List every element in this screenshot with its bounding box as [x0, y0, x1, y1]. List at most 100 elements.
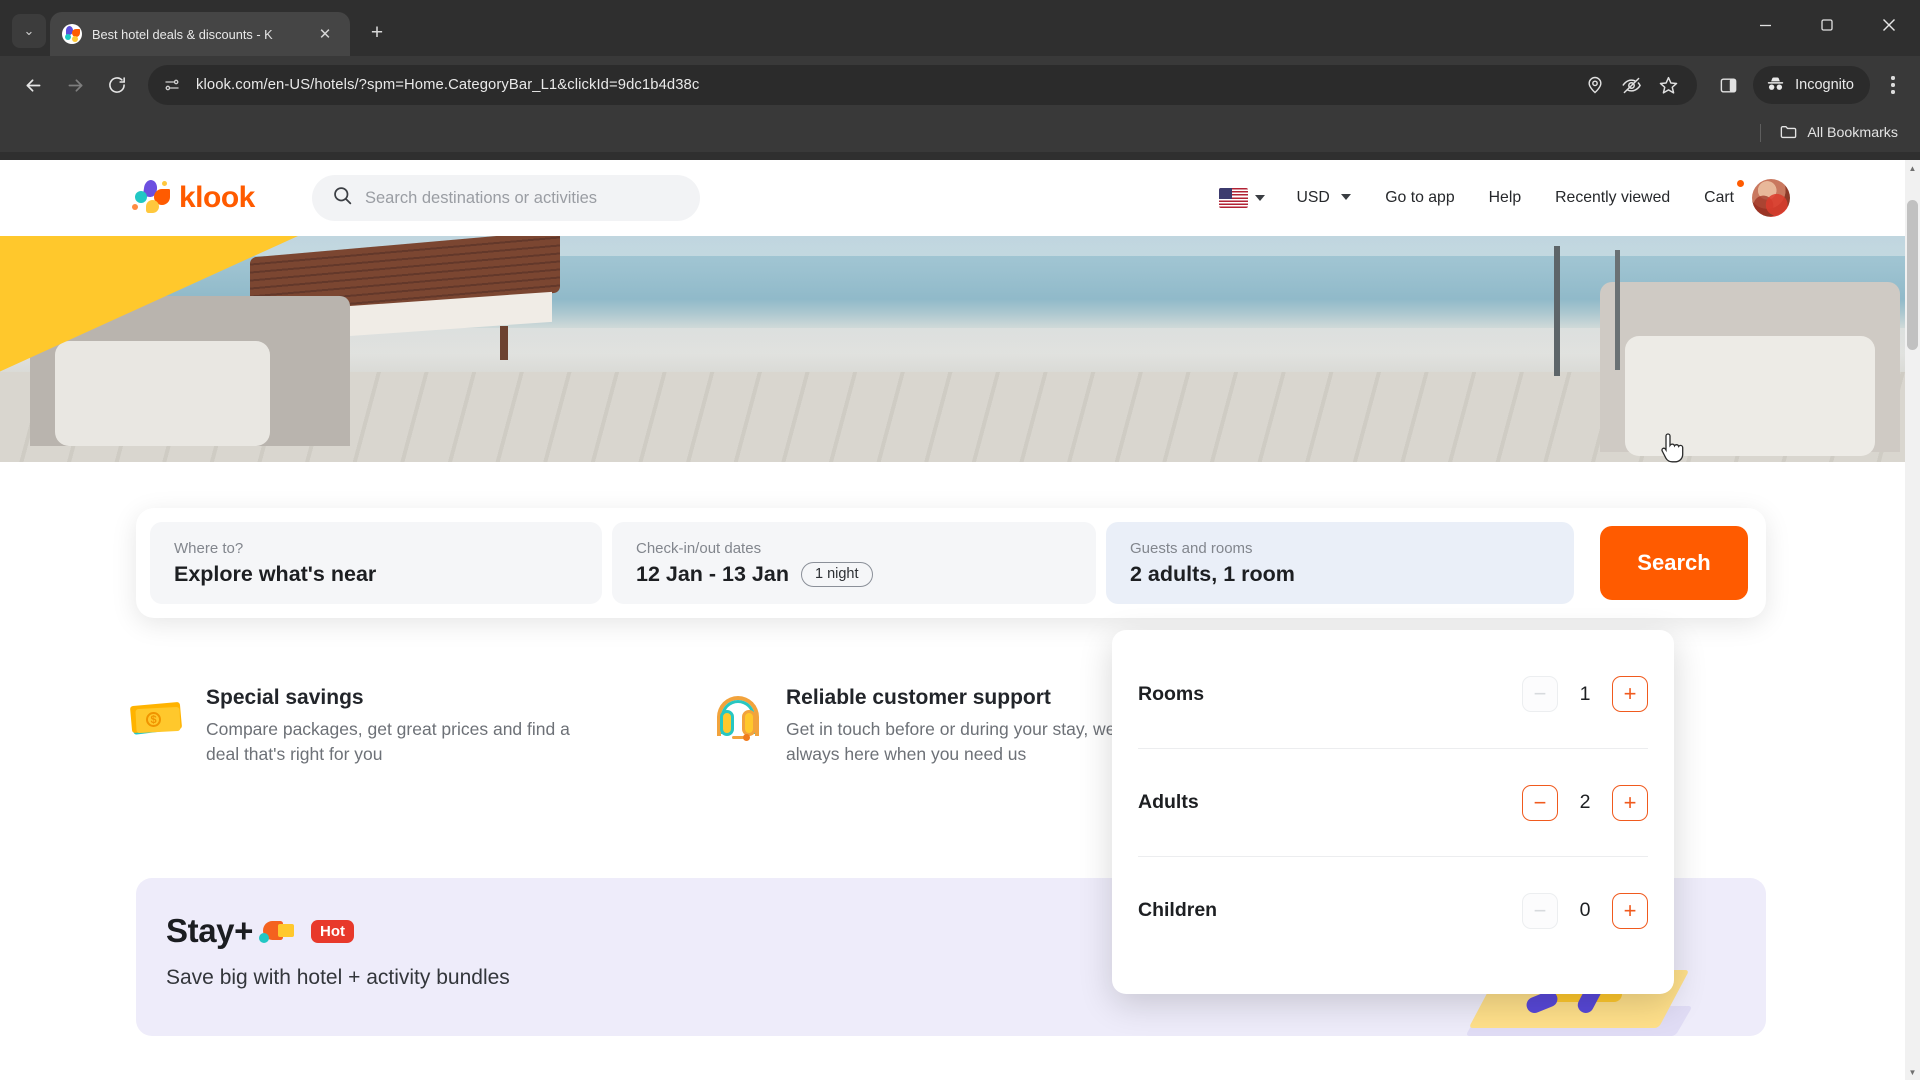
klook-logo[interactable]: klook — [130, 179, 300, 216]
nav-go-to-app[interactable]: Go to app — [1368, 189, 1471, 207]
hero-rail — [1554, 246, 1560, 376]
klook-logo-icon — [130, 179, 172, 216]
hot-badge: Hot — [310, 919, 354, 943]
location-icon[interactable] — [1585, 75, 1605, 95]
close-window-button[interactable] — [1858, 0, 1920, 50]
new-tab-button[interactable]: + — [360, 16, 394, 50]
window-controls — [1734, 0, 1920, 50]
guests-rooms-popover: Rooms − 1 + Adults − 2 + Children − 0 + — [1112, 630, 1674, 994]
children-decrement-button[interactable]: − — [1522, 892, 1558, 929]
cart-label: Cart — [1704, 189, 1734, 206]
adults-stepper: − 2 + — [1522, 784, 1648, 821]
guests-field[interactable]: Guests and rooms 2 adults, 1 room — [1106, 522, 1574, 604]
plus-icon: + — [370, 21, 384, 44]
currency-label: USD — [1296, 189, 1330, 206]
hero-sofa-right-cushion — [1625, 336, 1875, 456]
dates-field[interactable]: Check-in/out dates 12 Jan - 13 Jan 1 nig… — [612, 522, 1096, 604]
tab-strip: ⌄ Best hotel deals & discounts - K ✕ + — [0, 0, 1920, 56]
tab-search-button[interactable]: ⌄ — [12, 14, 46, 48]
side-panel-icon[interactable] — [1709, 66, 1747, 104]
money-icon: $ — [129, 692, 186, 748]
incognito-icon — [1765, 73, 1786, 98]
chevron-down-icon — [1255, 195, 1266, 201]
nights-badge: 1 night — [800, 561, 873, 587]
stay-plus-title: Stay+ — [166, 912, 253, 949]
hero-rail — [1615, 250, 1620, 370]
browser-menu-icon[interactable] — [1876, 66, 1910, 104]
feature-description: Compare packages, get great prices and f… — [206, 719, 570, 765]
dates-label: Check-in/out dates — [636, 539, 762, 557]
hotel-search-card: Where to? Explore what's near Check-in/o… — [136, 508, 1766, 618]
guests-label: Guests and rooms — [1130, 539, 1253, 557]
chevron-down-icon — [1341, 194, 1352, 200]
search-button[interactable]: Search — [1600, 526, 1748, 600]
toolbar-right: Incognito — [1709, 66, 1910, 104]
maximize-button[interactable] — [1796, 0, 1858, 50]
site-search-input[interactable]: Search destinations or activities — [312, 175, 700, 221]
adults-value: 2 — [1579, 791, 1591, 813]
close-icon[interactable]: ✕ — [312, 21, 338, 47]
us-flag-icon — [1219, 188, 1249, 208]
stay-plus-glyph-icon — [258, 918, 299, 944]
stay-plus-title-row: Stay+ Hot — [166, 912, 354, 950]
scrollbar-thumb[interactable] — [1907, 200, 1918, 350]
guest-row-label: Adults — [1138, 791, 1199, 813]
bookmark-star-icon[interactable] — [1658, 75, 1679, 96]
page-scrollbar[interactable]: ▲ ▼ — [1905, 160, 1920, 1080]
scroll-down-icon[interactable]: ▼ — [1905, 1064, 1920, 1080]
guest-row-label: Rooms — [1138, 682, 1205, 705]
hero-banner — [0, 236, 1920, 462]
children-increment-button[interactable]: + — [1612, 892, 1648, 929]
browser-tab[interactable]: Best hotel deals & discounts - K ✕ — [50, 12, 350, 56]
divider — [1760, 124, 1762, 142]
bookmarks-bar: All Bookmarks — [0, 114, 1920, 152]
language-selector[interactable] — [1219, 188, 1279, 208]
cart-badge-dot — [1737, 180, 1744, 187]
address-bar[interactable]: klook.com/en-US/hotels/?spm=Home.Categor… — [148, 65, 1698, 105]
destination-label: Where to? — [174, 539, 244, 557]
hero-lounger-leg — [500, 326, 508, 360]
stay-plus-subtitle: Save big with hotel + activity bundles — [166, 966, 510, 989]
all-bookmarks-button[interactable]: All Bookmarks — [1779, 122, 1898, 145]
headset-icon — [710, 692, 766, 748]
dates-value-row: 12 Jan - 13 Jan 1 night — [636, 561, 1072, 587]
children-value: 0 — [1579, 899, 1591, 921]
site-header: klook Search destinations or activities — [0, 160, 1920, 236]
destination-field[interactable]: Where to? Explore what's near — [150, 522, 602, 604]
incognito-indicator[interactable]: Incognito — [1753, 66, 1870, 104]
nav-recently-viewed[interactable]: Recently viewed — [1538, 189, 1687, 207]
rooms-decrement-button[interactable]: − — [1522, 676, 1558, 712]
adults-increment-button[interactable]: + — [1612, 784, 1648, 821]
reload-button[interactable] — [98, 66, 136, 104]
guests-value: 2 adults, 1 room — [1130, 561, 1295, 586]
guest-row-children: Children − 0 + — [1138, 856, 1648, 964]
url-text: klook.com/en-US/hotels/?spm=Home.Categor… — [196, 77, 700, 93]
hero-photo — [0, 236, 1920, 462]
site-settings-icon[interactable] — [162, 75, 182, 95]
incognito-label: Incognito — [1795, 77, 1854, 93]
feature-special-savings: $ Special savings Compare packages, get … — [129, 686, 710, 768]
header-nav: USD Go to app Help Recently viewed Cart — [1219, 179, 1790, 217]
feature-title: Special savings — [206, 686, 364, 709]
back-button[interactable] — [14, 66, 52, 104]
rooms-stepper: − 1 + — [1522, 676, 1648, 712]
scroll-up-icon[interactable]: ▲ — [1905, 160, 1920, 176]
klook-favicon — [62, 24, 82, 44]
site-search-placeholder: Search destinations or activities — [365, 188, 598, 207]
currency-selector[interactable]: USD — [1279, 189, 1368, 207]
all-bookmarks-label: All Bookmarks — [1807, 125, 1898, 141]
adults-decrement-button[interactable]: − — [1522, 784, 1558, 821]
nav-help[interactable]: Help — [1472, 189, 1539, 207]
folder-icon — [1779, 122, 1798, 145]
nav-cart[interactable]: Cart — [1687, 180, 1752, 207]
guest-row-rooms: Rooms − 1 + — [1138, 640, 1648, 748]
minimize-button[interactable] — [1734, 0, 1796, 50]
avatar[interactable] — [1752, 179, 1790, 217]
browser-window: ⌄ Best hotel deals & discounts - K ✕ + k… — [0, 0, 1920, 1080]
rooms-increment-button[interactable]: + — [1612, 676, 1648, 712]
hero-sofa-cushion — [55, 341, 270, 446]
tracking-protection-icon[interactable] — [1621, 75, 1642, 96]
children-stepper: − 0 + — [1522, 892, 1648, 929]
chevron-down-icon: ⌄ — [23, 23, 35, 38]
forward-button[interactable] — [56, 66, 94, 104]
